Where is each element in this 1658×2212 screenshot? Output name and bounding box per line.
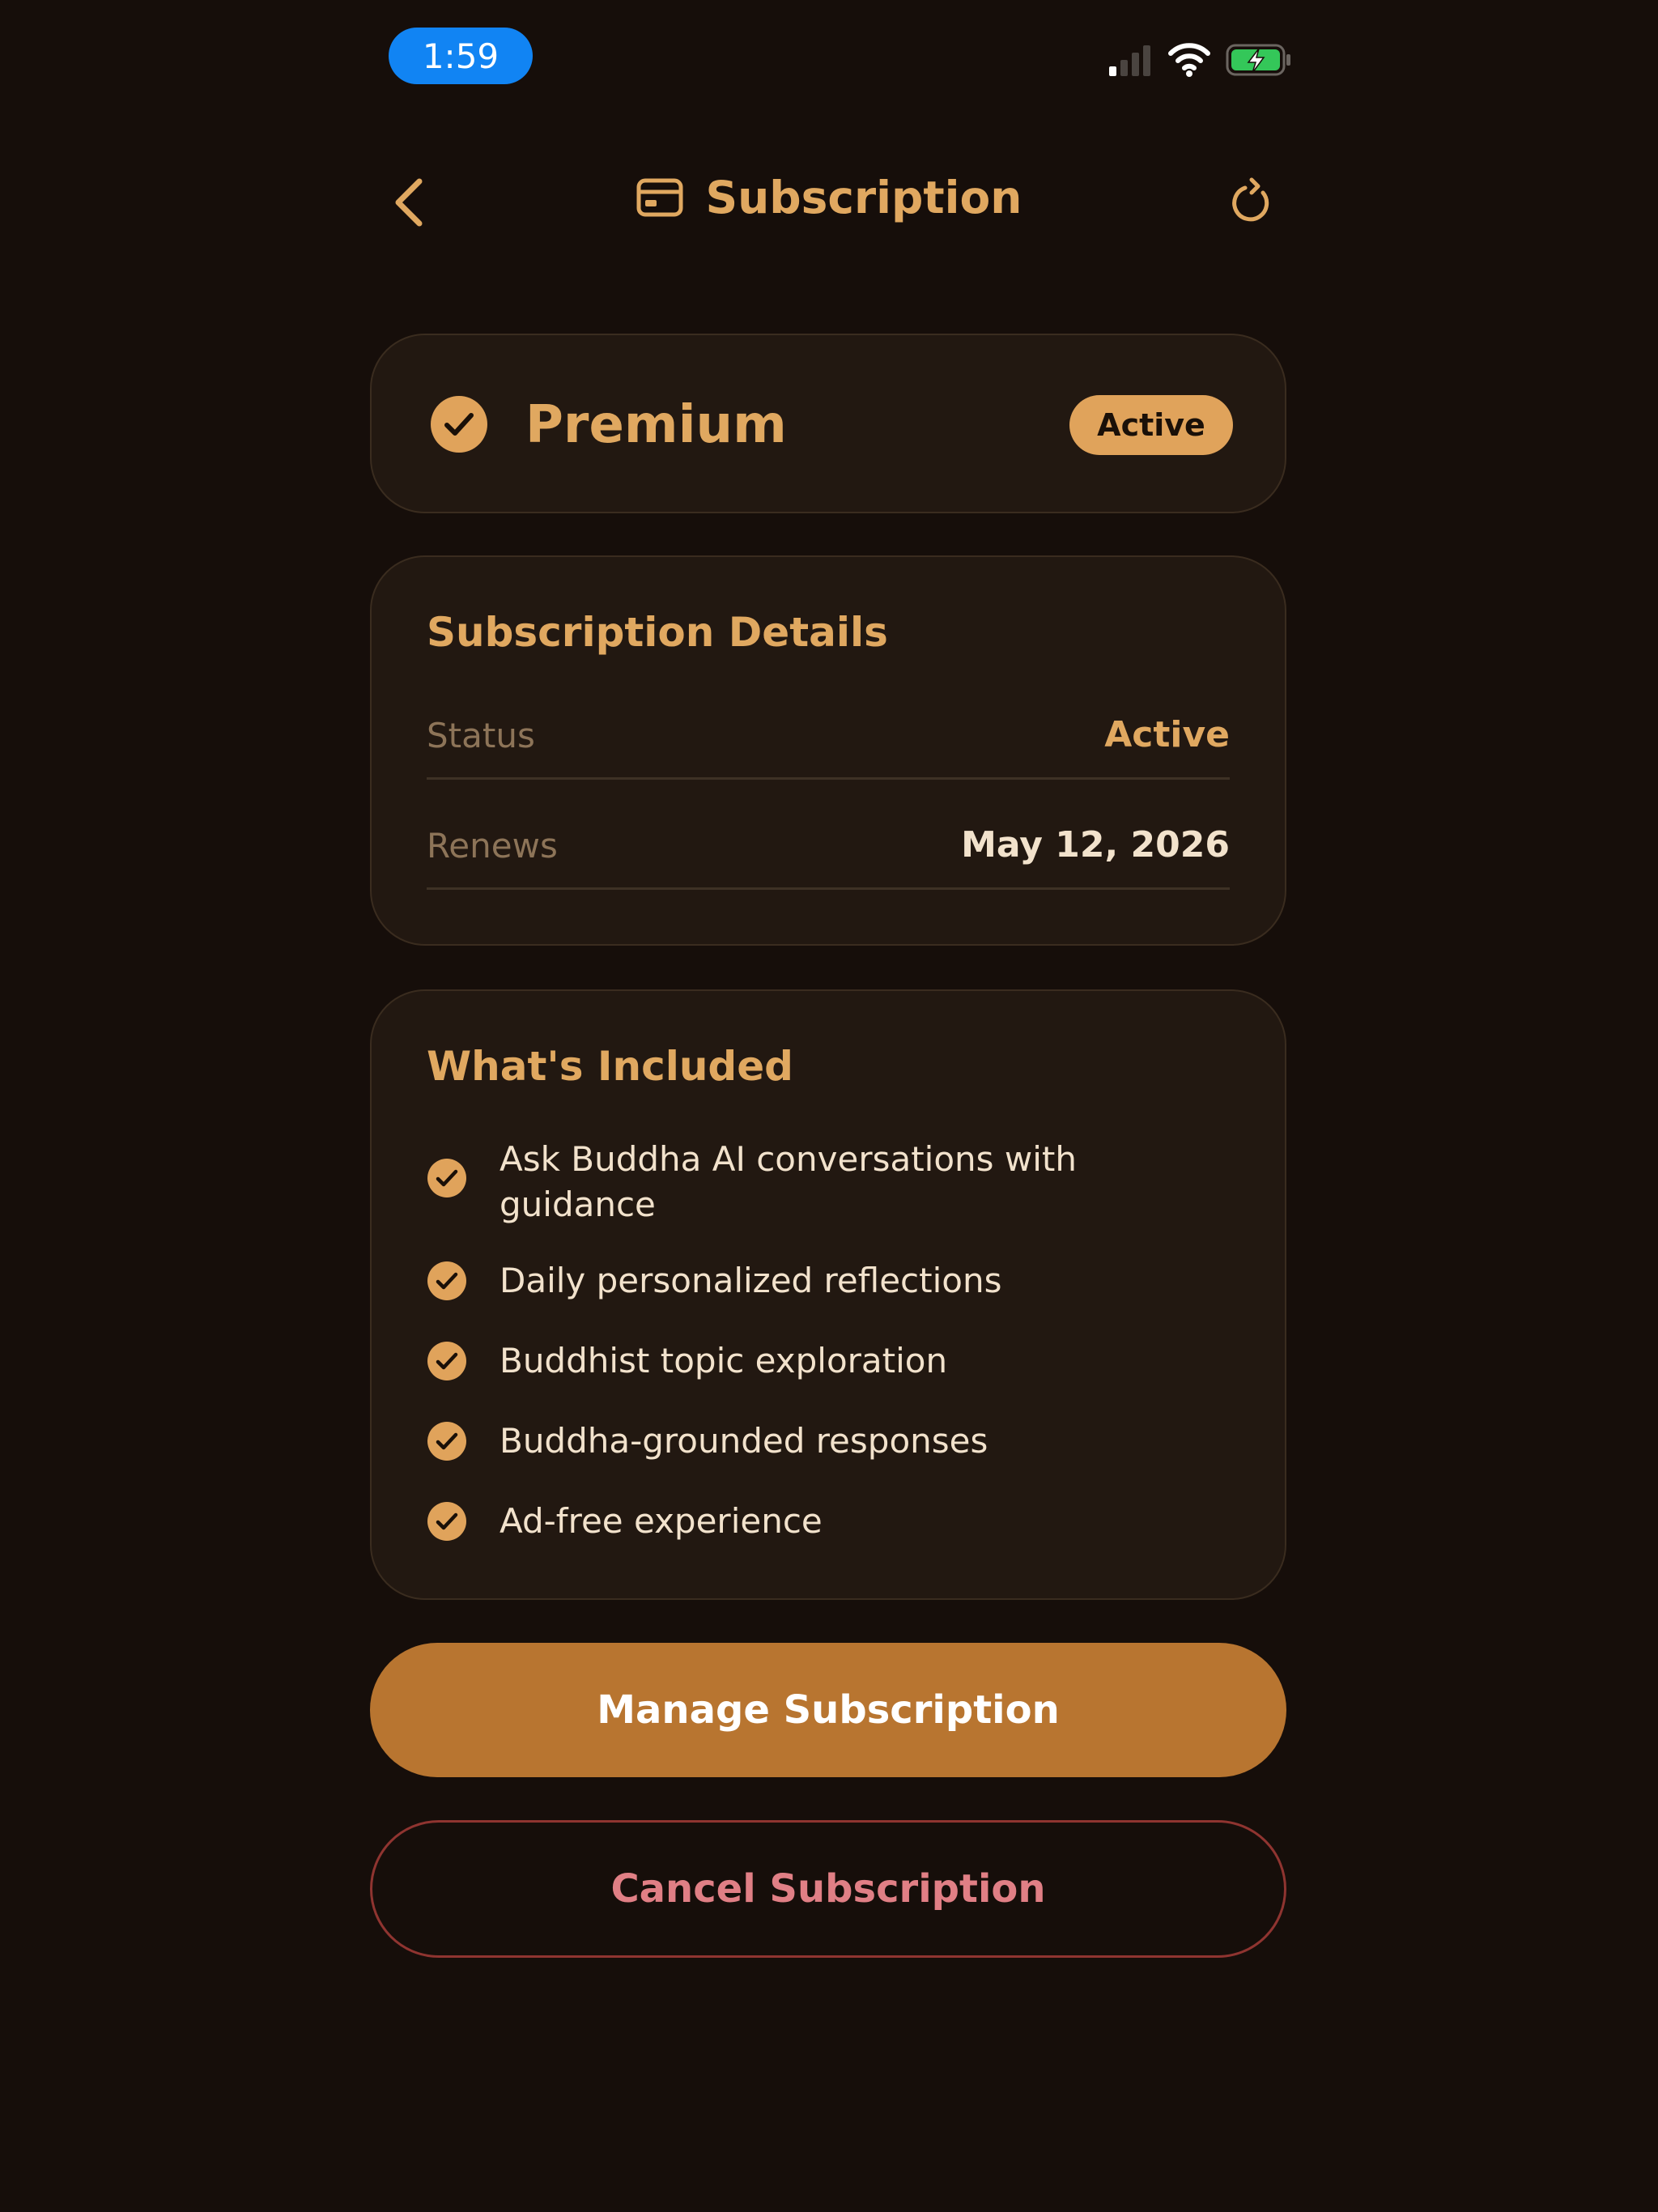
feature-label: Buddhist topic exploration xyxy=(500,1341,948,1380)
check-circle-icon xyxy=(427,1159,466,1197)
cellular-signal-icon xyxy=(1109,45,1150,76)
list-item: Buddhist topic exploration xyxy=(427,1338,1230,1384)
details-title: Subscription Details xyxy=(427,609,888,656)
check-circle-icon xyxy=(431,396,487,453)
credit-card-icon xyxy=(636,178,683,217)
subscription-details-card: Subscription Details Status Active Renew… xyxy=(370,555,1286,946)
feature-label: Daily personalized reflections xyxy=(500,1261,1002,1300)
page-header: Subscription xyxy=(0,172,1658,223)
detail-value: Active xyxy=(1104,714,1230,755)
check-circle-icon xyxy=(427,1261,466,1300)
feature-label: Ask Buddha AI conversations with guidanc… xyxy=(500,1139,1077,1224)
list-item: Daily personalized reflections xyxy=(427,1258,1230,1304)
plan-name: Premium xyxy=(525,395,787,455)
plan-card: Premium Active xyxy=(370,334,1286,513)
feature-label: Buddha-grounded responses xyxy=(500,1421,988,1461)
refresh-icon xyxy=(1232,177,1269,222)
detail-value: May 12, 2026 xyxy=(961,824,1230,866)
status-bar-icons xyxy=(1107,42,1294,86)
detail-row-renews: Renews May 12, 2026 xyxy=(427,815,1230,890)
status-time: 1:59 xyxy=(389,28,533,84)
detail-label: Status xyxy=(427,716,535,755)
detail-row-status: Status Active xyxy=(427,704,1230,780)
check-circle-icon xyxy=(427,1502,466,1541)
detail-label: Renews xyxy=(427,826,558,866)
feature-label: Ad-free experience xyxy=(500,1501,823,1541)
included-title: What's Included xyxy=(427,1043,793,1090)
page-title: Subscription xyxy=(705,172,1022,223)
check-circle-icon xyxy=(427,1342,466,1380)
cancel-subscription-button[interactable]: Cancel Subscription xyxy=(370,1820,1286,1958)
list-item: Buddha-grounded responses xyxy=(427,1419,1230,1464)
check-circle-icon xyxy=(427,1422,466,1461)
wifi-icon xyxy=(1168,43,1210,77)
list-item: Ad-free experience xyxy=(427,1499,1230,1544)
refresh-button[interactable] xyxy=(1227,175,1276,227)
battery-charging-icon xyxy=(1226,44,1290,76)
included-features-card: What's Included Ask Buddha AI conversati… xyxy=(370,989,1286,1600)
status-badge: Active xyxy=(1069,395,1233,455)
manage-subscription-button[interactable]: Manage Subscription xyxy=(370,1643,1286,1777)
list-item: Ask Buddha AI conversations with guidanc… xyxy=(427,1137,1230,1227)
